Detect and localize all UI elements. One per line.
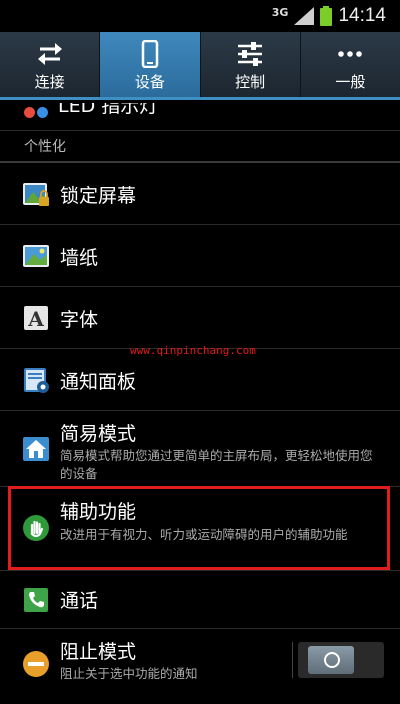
tab-controls[interactable]: 控制: [201, 32, 301, 97]
signal-strength-icon: [294, 7, 315, 25]
list-item-title: 锁定屏幕: [60, 185, 137, 207]
list-item-title: 通知面板: [60, 371, 137, 393]
status-bar: 3G 14:14: [0, 0, 400, 32]
list-item-call[interactable]: 通话: [0, 571, 400, 629]
tab-label: 设备: [134, 73, 165, 91]
tab-general[interactable]: 一般: [301, 32, 400, 97]
list-item-title: 墙纸: [60, 247, 99, 269]
status-icons: 3G 14:14: [272, 4, 386, 28]
wallpaper-icon: [23, 245, 49, 267]
accessibility-hand-icon: [23, 515, 49, 541]
list-item-title: 阻止模式: [60, 641, 137, 663]
tab-device[interactable]: 设备: [100, 32, 201, 97]
settings-list: LED 指示灯 个性化 锁定屏幕 墙纸 A 字体 通知面板 简易模式 简易模式帮…: [0, 103, 400, 695]
list-item-title: 简易模式: [60, 423, 137, 445]
list-item-description: 简易模式帮助您通过更简单的主屏布局，更轻松地使用您的设备: [60, 448, 373, 481]
svg-text:A: A: [27, 307, 44, 331]
block-mode-toggle[interactable]: [292, 642, 384, 678]
list-item-notification-panel[interactable]: 通知面板: [0, 349, 400, 411]
list-item-block-mode[interactable]: 阻止模式 阻止关于选中功能的通知: [0, 629, 400, 695]
clock: 14:14: [338, 5, 386, 26]
swap-arrows-icon: [37, 43, 62, 65]
list-item-title: 字体: [60, 309, 99, 331]
phone-device-icon: [141, 40, 159, 68]
tab-label: 一般: [335, 73, 366, 91]
list-item-title: 辅助功能: [60, 501, 137, 523]
call-phone-icon: [24, 588, 48, 612]
list-item-title: LED 指示灯: [58, 103, 159, 117]
battery-icon: [320, 6, 333, 26]
tab-label: 连接: [34, 73, 65, 91]
list-item-wallpaper[interactable]: 墙纸: [0, 225, 400, 287]
sliders-icon: [238, 42, 263, 66]
list-item-accessibility[interactable]: 辅助功能 改进用于有视力、听力或运动障碍的用户的辅助功能: [0, 487, 400, 571]
list-item-description: 阻止关于选中功能的通知: [60, 666, 198, 681]
list-item-description: 改进用于有视力、听力或运动障碍的用户的辅助功能: [60, 527, 348, 542]
list-item-lock-screen[interactable]: 锁定屏幕: [0, 163, 400, 225]
watermark: www.qinpinchang.com: [130, 344, 256, 357]
section-header-personalization: 个性化: [0, 131, 400, 163]
settings-tab-bar: 连接 设备 控制 一般: [0, 32, 400, 100]
list-item-easy-mode[interactable]: 简易模式 简易模式帮助您通过更简单的主屏布局，更轻松地使用您的设备: [0, 411, 400, 487]
notification-panel-icon: [24, 368, 49, 393]
more-dots-icon: [338, 51, 363, 57]
led-indicator-icon: [24, 103, 50, 122]
list-item-title: 通话: [60, 590, 99, 612]
list-item-font[interactable]: A 字体: [0, 287, 400, 349]
font-icon: A: [24, 306, 48, 331]
toggle-knob: [308, 646, 354, 674]
section-title: 个性化: [24, 139, 66, 155]
tab-connections[interactable]: 连接: [0, 32, 101, 97]
lock-screen-icon: [23, 183, 49, 206]
tab-label: 控制: [235, 73, 266, 91]
block-mode-icon: [23, 651, 49, 677]
network-type-label: 3G: [271, 5, 289, 19]
easy-mode-home-icon: [23, 437, 49, 461]
list-item-led-indicator[interactable]: LED 指示灯: [0, 103, 400, 131]
